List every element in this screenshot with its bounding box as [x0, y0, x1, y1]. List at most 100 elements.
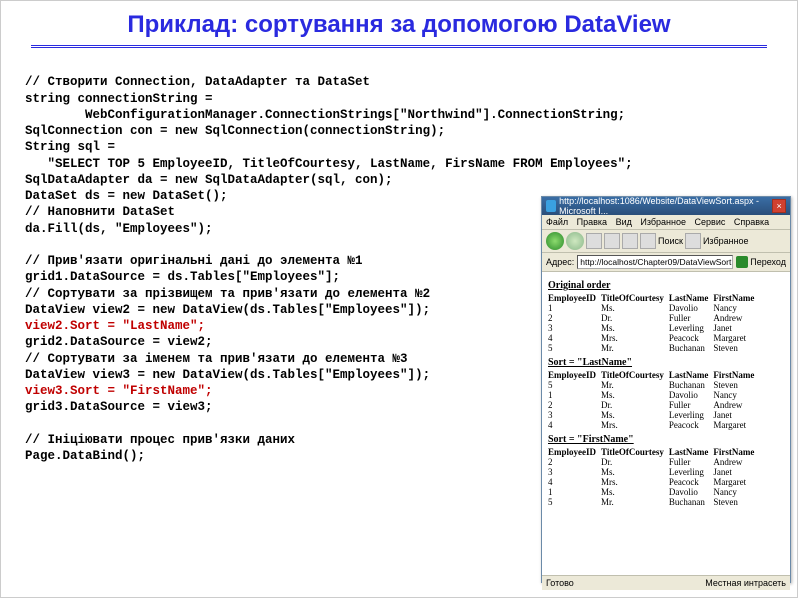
table-cell: 1 — [548, 390, 601, 400]
table-cell: Mrs. — [601, 477, 669, 487]
table-cell: 2 — [548, 400, 601, 410]
table-cell: Janet — [713, 323, 759, 333]
code-line: // Наповнити DataSet — [25, 205, 175, 219]
address-input[interactable]: http://localhost/Chapter09/DataViewSort.… — [577, 255, 733, 269]
back-button[interactable] — [546, 232, 564, 250]
heading-original: Original order — [548, 280, 784, 291]
table-row: 2Dr.FullerAndrew — [548, 457, 759, 467]
table-original: EmployeeIDTitleOfCourtesyLastNameFirstNa… — [548, 293, 759, 353]
table-header: LastName — [669, 293, 714, 303]
browser-titlebar: http://localhost:1086/Website/DataViewSo… — [542, 197, 790, 215]
table-cell: 3 — [548, 410, 601, 420]
table-cell: Mr. — [601, 380, 669, 390]
menu-view[interactable]: Вид — [616, 217, 632, 227]
table-cell: Margaret — [713, 477, 759, 487]
table-cell: Mrs. — [601, 333, 669, 343]
table-sort-lastname: EmployeeIDTitleOfCourtesyLastNameFirstNa… — [548, 370, 759, 430]
table-cell: Steven — [713, 497, 759, 507]
table-cell: Steven — [713, 343, 759, 353]
table-cell: Andrew — [713, 313, 759, 323]
table-cell: Leverling — [669, 410, 714, 420]
table-cell: Mrs. — [601, 420, 669, 430]
table-cell: Leverling — [669, 323, 714, 333]
table-cell: Nancy — [713, 390, 759, 400]
close-icon[interactable]: × — [772, 199, 786, 213]
page-title: Приклад: сортування за допомогою DataVie… — [31, 11, 767, 39]
table-row: 3Ms.LeverlingJanet — [548, 410, 759, 420]
code-line-highlight: view3.Sort = "FirstName"; — [25, 384, 213, 398]
browser-window: http://localhost:1086/Website/DataViewSo… — [541, 196, 791, 583]
table-header: TitleOfCourtesy — [601, 447, 669, 457]
menu-file[interactable]: Файл — [546, 217, 568, 227]
table-cell: Fuller — [669, 313, 714, 323]
table-cell: Nancy — [713, 303, 759, 313]
table-cell: Davolio — [669, 487, 714, 497]
home-icon[interactable] — [622, 233, 638, 249]
code-line: DataSet ds = new DataSet(); — [25, 189, 228, 203]
table-cell: 5 — [548, 380, 601, 390]
table-cell: Mr. — [601, 497, 669, 507]
code-line: grid1.DataSource = ds.Tables["Employees"… — [25, 270, 340, 284]
table-row: 4Mrs.PeacockMargaret — [548, 477, 759, 487]
heading-sort-firstname: Sort = "FirstName" — [548, 434, 784, 445]
table-header: LastName — [669, 370, 714, 380]
table-header: EmployeeID — [548, 370, 601, 380]
table-cell: Buchanan — [669, 343, 714, 353]
menu-tools[interactable]: Сервис — [695, 217, 726, 227]
table-cell: 3 — [548, 467, 601, 477]
stop-icon[interactable] — [586, 233, 602, 249]
table-cell: 2 — [548, 313, 601, 323]
heading-sort-lastname: Sort = "LastName" — [548, 357, 784, 368]
table-row: 5Mr.BuchananSteven — [548, 343, 759, 353]
table-header: LastName — [669, 447, 714, 457]
table-cell: 3 — [548, 323, 601, 333]
slide: Приклад: сортування за допомогою DataVie… — [0, 0, 798, 598]
address-label: Адрес: — [546, 257, 574, 267]
code-line: "SELECT TOP 5 EmployeeID, TitleOfCourtes… — [25, 157, 633, 171]
code-line: // Створити Connection, DataAdapter та D… — [25, 75, 370, 89]
table-sort-firstname: EmployeeIDTitleOfCourtesyLastNameFirstNa… — [548, 447, 759, 507]
menu-favorites[interactable]: Избранное — [640, 217, 686, 227]
code-line: SqlConnection con = new SqlConnection(co… — [25, 124, 445, 138]
table-cell: 1 — [548, 303, 601, 313]
code-line: da.Fill(ds, "Employees"); — [25, 222, 213, 236]
status-ready: Готово — [546, 578, 574, 588]
table-cell: Janet — [713, 410, 759, 420]
table-cell: Nancy — [713, 487, 759, 497]
go-icon[interactable] — [736, 256, 748, 268]
table-header: TitleOfCourtesy — [601, 293, 669, 303]
table-row: 3Ms.LeverlingJanet — [548, 323, 759, 333]
table-cell: Peacock — [669, 477, 714, 487]
table-cell: Margaret — [713, 333, 759, 343]
forward-button[interactable] — [566, 232, 584, 250]
table-cell: 5 — [548, 497, 601, 507]
table-cell: Margaret — [713, 420, 759, 430]
code-line: string connectionString = — [25, 92, 213, 106]
code-line: grid3.DataSource = view3; — [25, 400, 213, 414]
go-label[interactable]: Переход — [750, 257, 786, 267]
browser-title-text: http://localhost:1086/Website/DataViewSo… — [559, 196, 772, 216]
table-cell: Davolio — [669, 303, 714, 313]
table-cell: 2 — [548, 457, 601, 467]
favorites-icon[interactable] — [685, 233, 701, 249]
table-header: FirstName — [713, 370, 759, 380]
code-line: // Сортувати за прізвищем та прив'язати … — [25, 287, 430, 301]
table-header: FirstName — [713, 293, 759, 303]
menu-help[interactable]: Справка — [734, 217, 769, 227]
code-line: Page.DataBind(); — [25, 449, 145, 463]
table-row: 2Dr.FullerAndrew — [548, 313, 759, 323]
table-row: 4Mrs.PeacockMargaret — [548, 420, 759, 430]
code-line: DataView view3 = new DataView(ds.Tables[… — [25, 368, 430, 382]
refresh-icon[interactable] — [604, 233, 620, 249]
table-cell: Peacock — [669, 420, 714, 430]
table-cell: Ms. — [601, 323, 669, 333]
status-zone: Местная интрасеть — [705, 578, 786, 588]
menu-edit[interactable]: Правка — [577, 217, 607, 227]
search-icon[interactable] — [640, 233, 656, 249]
code-line: String sql = — [25, 140, 115, 154]
table-cell: Leverling — [669, 467, 714, 477]
table-cell: Ms. — [601, 303, 669, 313]
table-cell: Davolio — [669, 390, 714, 400]
table-cell: Fuller — [669, 400, 714, 410]
code-line: grid2.DataSource = view2; — [25, 335, 213, 349]
